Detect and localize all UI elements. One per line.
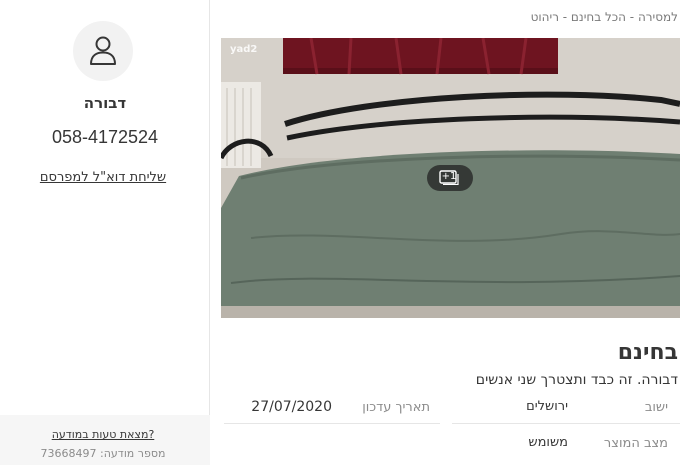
condition-label: מצב המוצר	[603, 436, 668, 451]
send-email-link[interactable]: שליחת דוא"ל למפרסם	[0, 170, 206, 185]
listing-title: בחינם	[617, 340, 678, 365]
contact-sidebar: דבורה 058-4172524 שליחת דוא"ל למפרסם מצא…	[0, 0, 210, 465]
avatar	[73, 21, 133, 81]
detail-row-condition: מצב המוצר משומש	[452, 430, 680, 460]
listing-description: דבורה. זה כבד ותצטרך שני אנשים	[475, 372, 678, 388]
contact-name: דבורה	[83, 94, 127, 112]
city-label: ישוב	[644, 400, 668, 415]
contact-phone[interactable]: 058-4172524	[0, 127, 210, 148]
breadcrumb[interactable]: למסירה - הכל בחינם - ריהוט	[531, 10, 678, 24]
ad-number-label: מספר מודעה:	[100, 447, 166, 460]
more-photos-count: +1	[441, 171, 457, 182]
detail-row-updated: תאריך עדכון 27/07/2020	[224, 394, 440, 424]
updated-label: תאריך עדכון	[362, 400, 430, 415]
more-photos-button[interactable]: +1	[427, 165, 473, 191]
updated-value: 27/07/2020	[251, 399, 332, 415]
city-value: ירושלים	[526, 399, 568, 414]
watermark-logo: yad2	[230, 44, 258, 55]
ad-number-value: 73668497	[40, 447, 97, 460]
ad-number: מספר מודעה: 73668497	[0, 447, 206, 460]
sidebar-footer: מצאת טעות במודעה? מספר מודעה: 73668497	[0, 415, 210, 465]
condition-value: משומש	[528, 435, 568, 450]
detail-row-city: ישוב ירושלים	[452, 394, 680, 424]
report-error-link[interactable]: מצאת טעות במודעה?	[0, 428, 206, 441]
user-icon	[90, 36, 116, 65]
listing-photo[interactable]: yad2 +1	[221, 38, 680, 318]
